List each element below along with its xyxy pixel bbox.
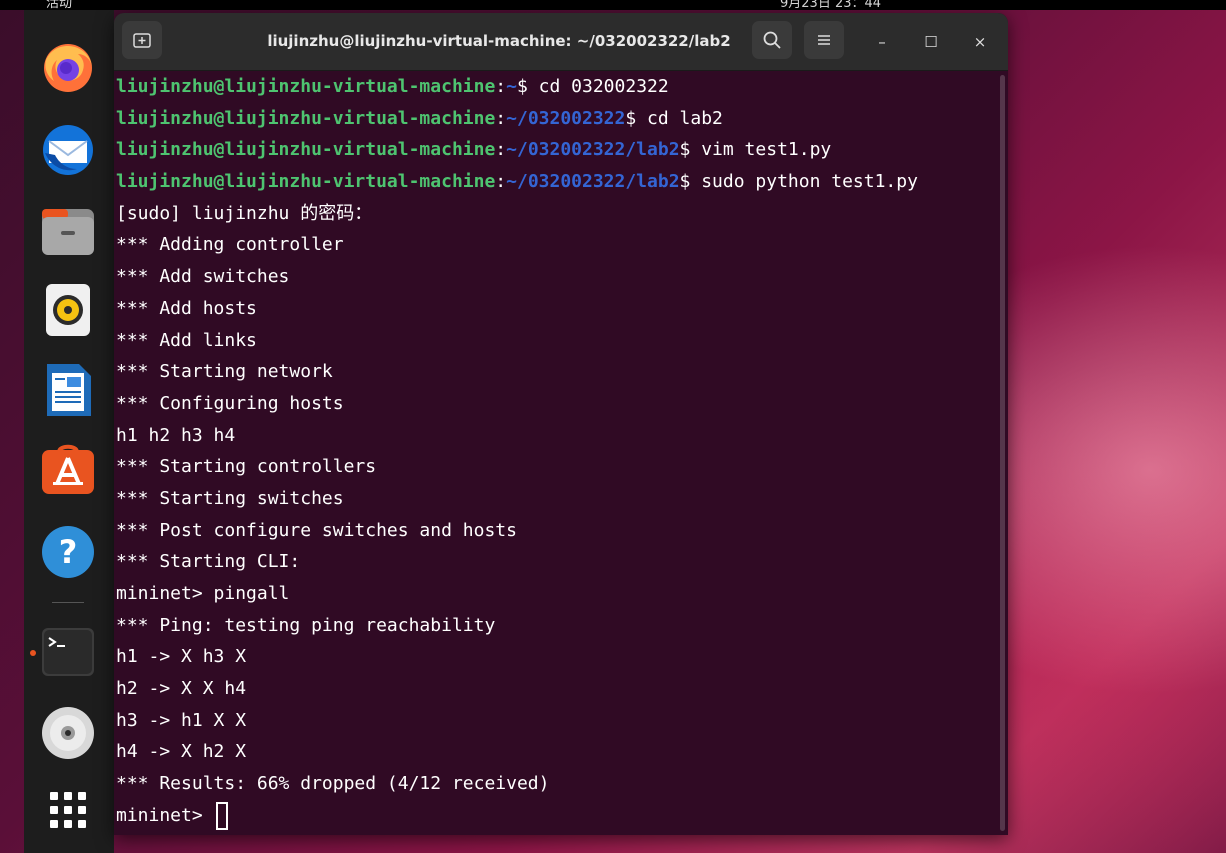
terminal-icon <box>42 628 94 676</box>
output-line: *** Configuring hosts <box>116 392 344 414</box>
output-line: *** Post configure switches and hosts <box>116 519 517 541</box>
prompt-path: ~/032002322/lab2 <box>506 139 680 161</box>
activities-button[interactable]: 活动 <box>46 0 72 10</box>
output-line: h1 -> X h3 X <box>116 646 247 668</box>
dvd-icon <box>42 707 94 759</box>
terminal-output[interactable]: liujinzhu@liujinzhu-virtual-machine:~$ c… <box>114 71 998 835</box>
command-text: $ sudo python test1.py <box>679 171 918 193</box>
output-line: [sudo] liujinzhu 的密码： <box>116 202 373 224</box>
running-indicator <box>30 650 36 656</box>
prompt-user: liujinzhu@liujinzhu-virtual-machine <box>116 107 496 129</box>
prompt-user: liujinzhu@liujinzhu-virtual-machine <box>116 171 496 193</box>
prompt-user: liujinzhu@liujinzhu-virtual-machine <box>116 76 496 97</box>
command-text: $ vim test1.py <box>679 139 832 161</box>
terminal-window[interactable]: liujinzhu@liujinzhu-virtual-machine: ~/0… <box>114 13 1008 835</box>
thunderbird-icon <box>43 125 93 175</box>
firefox-launcher[interactable] <box>41 40 95 94</box>
maximize-button[interactable]: ☐ <box>917 28 945 56</box>
output-line: h2 -> X X h4 <box>116 678 247 700</box>
output-line: *** Adding controller <box>116 234 344 256</box>
window-title: liujinzhu@liujinzhu-virtual-machine: ~/0… <box>267 32 731 50</box>
output-line: *** Results: 66% dropped (4/12 received) <box>116 773 550 795</box>
terminal-scrollbar[interactable] <box>1000 75 1005 831</box>
output-line: h1 h2 h3 h4 <box>116 424 236 446</box>
mininet-prompt-line[interactable]: mininet> <box>114 800 998 832</box>
files-icon <box>42 209 94 255</box>
output-line: *** Add switches <box>116 266 290 288</box>
output-line: *** Ping: testing ping reachability <box>116 614 496 636</box>
command-line: liujinzhu@liujinzhu-virtual-machine:~/03… <box>114 103 998 135</box>
prompt-separator: : <box>495 76 507 97</box>
command-text: $ cd lab2 <box>625 107 723 129</box>
close-button[interactable]: × <box>966 28 994 56</box>
rhythmbox-icon <box>46 284 90 336</box>
app-center-icon <box>42 444 94 494</box>
output-line: *** Add hosts <box>116 297 257 319</box>
thunderbird-launcher[interactable] <box>41 123 95 177</box>
minimize-button[interactable]: – <box>868 28 896 56</box>
menu-button[interactable] <box>804 21 844 59</box>
help-launcher[interactable]: ? <box>41 525 95 579</box>
search-button[interactable] <box>752 21 792 59</box>
clock[interactable]: 9月23日 23：44 <box>780 0 881 10</box>
output-line: h4 -> X h2 X <box>116 741 247 763</box>
command-text: $ cd 032002322 <box>516 76 669 97</box>
dock-separator <box>52 602 84 603</box>
prompt-separator: : <box>495 139 507 161</box>
terminal-launcher[interactable] <box>41 625 95 679</box>
command-line: liujinzhu@liujinzhu-virtual-machine:~/03… <box>114 134 998 166</box>
terminal-headerbar[interactable]: liujinzhu@liujinzhu-virtual-machine: ~/0… <box>114 13 1008 71</box>
writer-icon <box>47 364 91 416</box>
show-apps-icon <box>50 792 86 828</box>
prompt-path: ~/032002322 <box>506 107 626 129</box>
svg-text:?: ? <box>59 533 78 571</box>
text-cursor <box>215 801 228 830</box>
command-line: liujinzhu@liujinzhu-virtual-machine:~/03… <box>114 166 998 198</box>
output-line: *** Starting network <box>116 361 333 383</box>
dock: ? <box>24 10 114 853</box>
top-bar: 活动 9月23日 23：44 <box>0 0 1226 10</box>
mininet-prompt: mininet> <box>116 804 214 826</box>
new-tab-icon <box>133 33 151 48</box>
files-launcher[interactable] <box>41 205 95 259</box>
prompt-user: liujinzhu@liujinzhu-virtual-machine <box>116 139 496 161</box>
output-line: *** Add links <box>116 329 257 351</box>
hamburger-menu-icon <box>818 35 830 45</box>
command-line: liujinzhu@liujinzhu-virtual-machine:~$ c… <box>114 71 998 103</box>
help-icon: ? <box>42 526 94 578</box>
show-apps-button[interactable] <box>41 783 95 837</box>
output-line: *** Starting CLI: <box>116 551 301 573</box>
output-line: *** Starting switches <box>116 487 344 509</box>
search-icon <box>763 31 781 49</box>
prompt-path: ~ <box>506 76 517 97</box>
dvd-drive-launcher[interactable] <box>41 706 95 760</box>
output-line: *** Starting controllers <box>116 456 377 478</box>
firefox-icon <box>44 44 92 92</box>
libreoffice-writer-launcher[interactable] <box>41 363 95 417</box>
app-center-launcher[interactable] <box>41 442 95 496</box>
prompt-separator: : <box>495 107 507 129</box>
output-line: mininet> pingall <box>116 583 290 604</box>
prompt-separator: : <box>495 171 507 193</box>
prompt-path: ~/032002322/lab2 <box>506 171 680 193</box>
rhythmbox-launcher[interactable] <box>41 283 95 337</box>
new-tab-button[interactable] <box>122 21 162 59</box>
output-line: h3 -> h1 X X <box>116 709 247 731</box>
